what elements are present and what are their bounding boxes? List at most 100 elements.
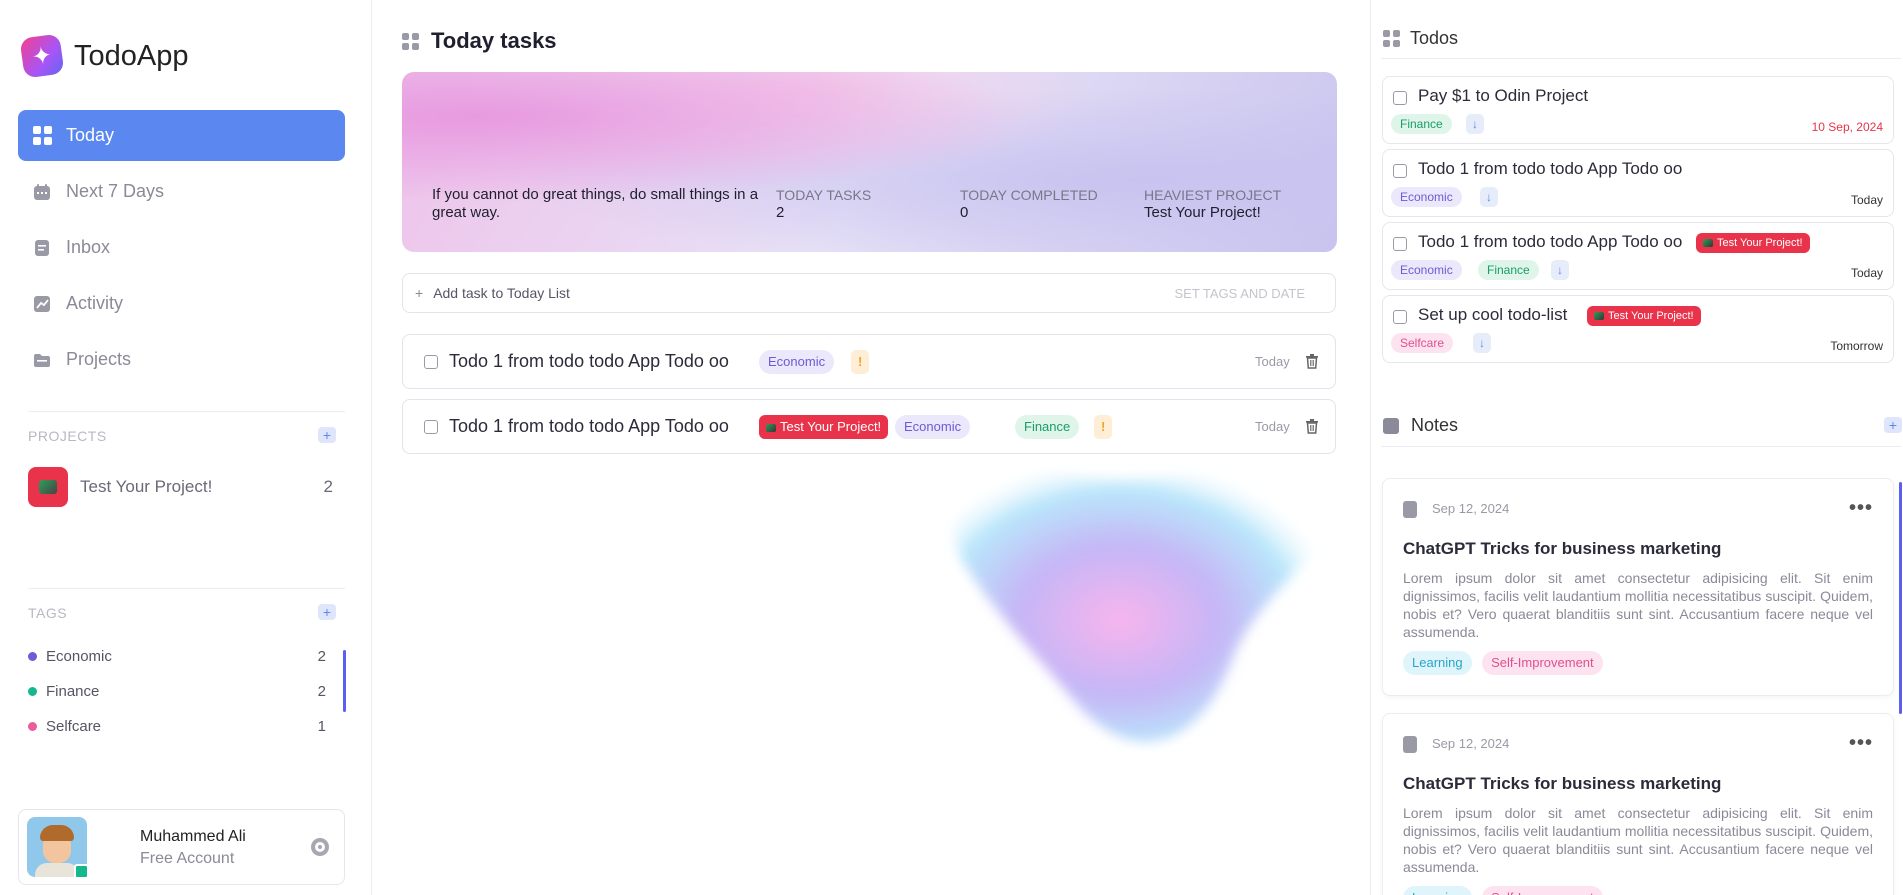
todo-checkbox[interactable]	[1393, 164, 1407, 178]
tag-pill-finance[interactable]: Finance	[1015, 415, 1080, 439]
todo-checkbox[interactable]	[1393, 237, 1407, 251]
folder-icon	[32, 350, 52, 370]
stat-label: HEAVIEST PROJECT	[1144, 187, 1282, 203]
note-title: ChatGPT Tricks for business marketing	[1403, 774, 1722, 793]
stat-value: Test Your Project!	[1144, 204, 1261, 221]
projects-section-title: PROJECTS	[28, 428, 107, 444]
todo-item[interactable]: Set up cool todo-list Test Your Project!…	[1382, 295, 1894, 363]
more-options-icon[interactable]: •••	[1849, 732, 1873, 755]
project-count: 2	[323, 477, 333, 496]
set-tags-and-date-button[interactable]: SET TAGS AND DATE	[1174, 286, 1305, 301]
tag-pill-learning[interactable]: Learning	[1403, 886, 1472, 895]
nav-item-activity[interactable]: Activity	[18, 278, 345, 329]
divider	[1381, 58, 1901, 59]
gear-icon[interactable]	[311, 838, 329, 856]
note-card[interactable]: Sep 12, 2024 ••• ChatGPT Tricks for busi…	[1382, 478, 1894, 696]
project-thumbnail-icon	[1594, 312, 1604, 321]
add-note-button[interactable]: +	[1884, 417, 1902, 433]
task-row[interactable]: Todo 1 from todo todo App Todo oo Econom…	[402, 334, 1336, 389]
priority-low-badge[interactable]: ↓	[1480, 187, 1498, 207]
document-icon	[1403, 501, 1417, 518]
tag-item-selfcare[interactable]: Selfcare 1	[28, 714, 326, 738]
tag-name: Finance	[46, 682, 100, 700]
note-date: Sep 12, 2024	[1432, 736, 1510, 751]
note-tags: Learning Self-Improvement	[1403, 651, 1609, 675]
todo-title: Set up cool todo-list	[1418, 305, 1568, 324]
tag-pill-economic[interactable]: Economic	[759, 350, 835, 374]
stat-value: 2	[776, 204, 785, 221]
nav-item-inbox[interactable]: Inbox	[18, 222, 345, 273]
tag-color-dot	[28, 651, 37, 661]
priority-high-badge[interactable]: !	[851, 350, 870, 374]
notes-header: Notes	[1383, 415, 1458, 436]
tag-pill-finance[interactable]: Finance	[1391, 114, 1452, 134]
todo-checkbox[interactable]	[1393, 310, 1407, 324]
tags-scrollbar[interactable]	[343, 650, 346, 712]
tag-color-dot	[28, 686, 37, 696]
nav-item-projects[interactable]: Projects	[18, 334, 345, 385]
user-card[interactable]: Muhammed Ali Free Account	[18, 809, 345, 885]
project-name: Test Your Project!	[80, 477, 213, 496]
todo-checkbox[interactable]	[1393, 91, 1407, 105]
nav-item-next-7-days[interactable]: Next 7 Days	[18, 166, 345, 217]
todo-due-date: 10 Sep, 2024	[1811, 120, 1883, 134]
add-tag-button[interactable]: +	[318, 604, 336, 620]
tag-pill-economic[interactable]: Economic	[895, 415, 971, 439]
note-date: Sep 12, 2024	[1432, 501, 1510, 516]
priority-low-badge[interactable]: ↓	[1551, 260, 1569, 280]
user-plan: Free Account	[140, 850, 235, 867]
more-options-icon[interactable]: •••	[1849, 497, 1873, 520]
notes-scrollbar[interactable]	[1899, 482, 1902, 714]
todo-due-date: Today	[1850, 266, 1883, 280]
brand[interactable]: ✦ TodoApp	[19, 33, 189, 79]
grid-icon	[1383, 30, 1400, 47]
add-project-button[interactable]: +	[318, 427, 336, 443]
sidebar: ✦ TodoApp Today Next 7 Days Inbox Activi…	[0, 0, 372, 895]
add-task-bar: + SET TAGS AND DATE	[402, 273, 1336, 313]
divider	[28, 588, 345, 589]
todo-item[interactable]: Pay $1 to Odin Project Finance ↓ 10 Sep,…	[1382, 76, 1894, 144]
project-pill[interactable]: Test Your Project!	[759, 415, 889, 439]
nav-item-label: Next 7 Days	[66, 181, 165, 201]
tag-pill-economic[interactable]: Economic	[1391, 187, 1462, 207]
tag-pill-economic[interactable]: Economic	[1391, 260, 1462, 280]
tag-pill-finance[interactable]: Finance	[1478, 260, 1539, 280]
project-pill[interactable]: Test Your Project!	[1587, 306, 1701, 326]
grid-icon	[32, 125, 52, 146]
priority-low-badge[interactable]: ↓	[1473, 333, 1491, 353]
todo-item[interactable]: Todo 1 from todo todo App Todo oo Test Y…	[1382, 222, 1894, 290]
todo-item[interactable]: Todo 1 from todo todo App Todo oo Econom…	[1382, 149, 1894, 217]
tag-pill-selfcare[interactable]: Selfcare	[1391, 333, 1454, 353]
tag-count: 2	[317, 682, 326, 700]
trash-icon[interactable]	[1305, 353, 1319, 369]
tag-item-economic[interactable]: Economic 2	[28, 644, 326, 668]
add-task-input[interactable]	[433, 285, 1175, 301]
tag-color-dot	[28, 721, 37, 731]
right-panel: Todos Pay $1 to Odin Project Finance ↓ 1…	[1370, 0, 1903, 895]
decorative-blob	[953, 471, 1323, 742]
stat-today-completed: TODAY COMPLETED 0	[960, 186, 1098, 222]
trash-icon[interactable]	[1305, 418, 1319, 434]
tag-name: Selfcare	[46, 717, 102, 735]
task-checkbox[interactable]	[424, 420, 438, 434]
page-header: Today tasks	[402, 28, 557, 54]
page-title: Today tasks	[431, 28, 557, 53]
tag-pill-self-improvement[interactable]: Self-Improvement	[1482, 651, 1603, 675]
todo-title: Todo 1 from todo todo App Todo oo	[1418, 159, 1683, 178]
tag-item-finance[interactable]: Finance 2	[28, 679, 326, 703]
grid-icon	[402, 32, 419, 50]
project-pill[interactable]: Test Your Project!	[1696, 233, 1810, 253]
nav-item-today[interactable]: Today	[18, 110, 345, 161]
priority-high-badge[interactable]: !	[1094, 415, 1113, 439]
task-checkbox[interactable]	[424, 355, 438, 369]
nav-item-label: Inbox	[66, 237, 111, 257]
notes-title: Notes	[1411, 415, 1459, 435]
note-body: Lorem ipsum dolor sit amet consectetur a…	[1403, 570, 1873, 640]
chart-icon	[32, 294, 52, 314]
tag-pill-self-improvement[interactable]: Self-Improvement	[1482, 886, 1603, 895]
project-item[interactable]: Test Your Project! 2	[28, 467, 333, 507]
priority-low-badge[interactable]: ↓	[1466, 114, 1484, 134]
note-card[interactable]: Sep 12, 2024 ••• ChatGPT Tricks for busi…	[1382, 713, 1894, 895]
tag-name: Economic	[46, 647, 112, 665]
tag-pill-learning[interactable]: Learning	[1403, 651, 1472, 675]
